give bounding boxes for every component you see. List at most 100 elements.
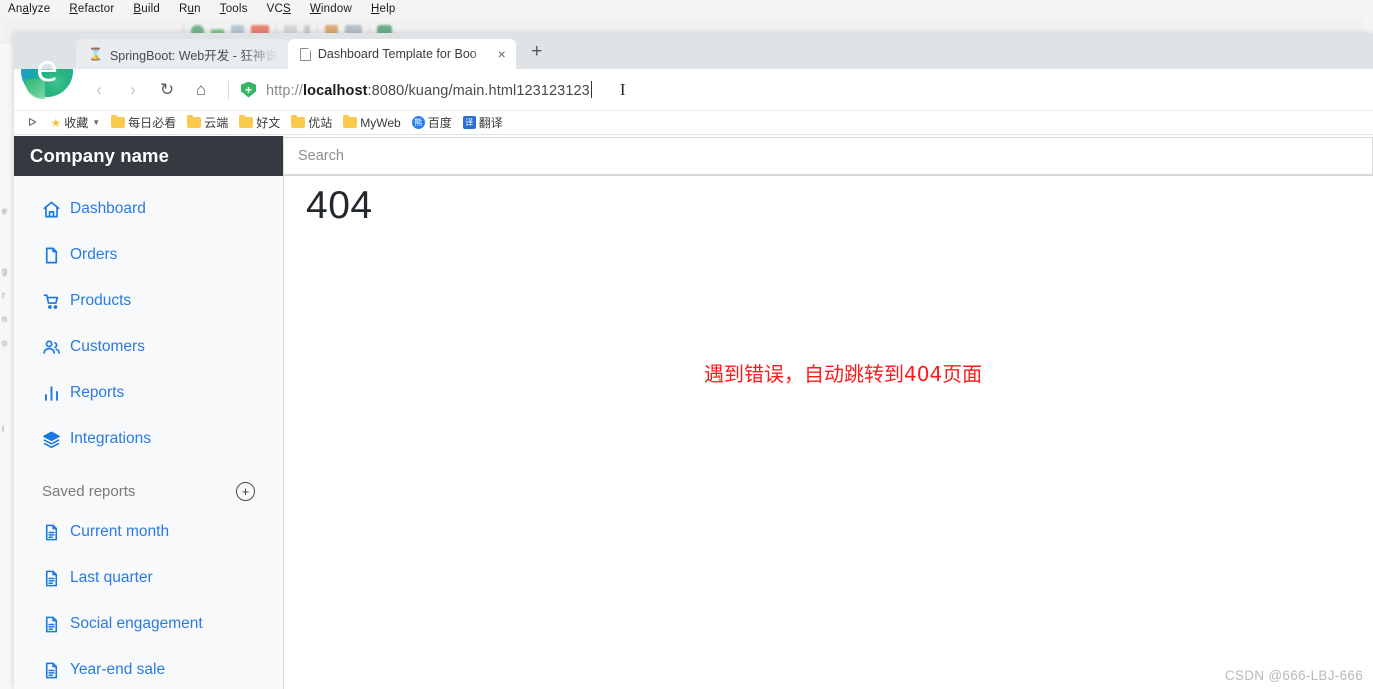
bookmark-folder-goodreads[interactable]: 好文	[236, 113, 283, 132]
folder-icon	[343, 114, 358, 128]
browser-tab-strip: ⌛ SpringBoot: Web开发 - 狂神说 Dashboard Temp…	[14, 33, 1373, 69]
saved-reports-header: Saved reports +	[14, 462, 283, 509]
sidebar-item-label: Year-end sale	[70, 661, 166, 678]
bookmark-label: 百度	[427, 116, 452, 130]
chevron-down-icon: ▼	[92, 118, 101, 127]
browser-window: e ⌛ SpringBoot: Web开发 - 狂神说 Dashboard Te…	[14, 33, 1373, 689]
bookmark-label: 优站	[308, 116, 333, 130]
sidebar-item-label: Products	[70, 292, 132, 309]
sidebar-item-label: Last quarter	[70, 569, 153, 586]
ide-menu-help[interactable]: Help	[371, 3, 395, 15]
nav-divider	[228, 80, 229, 99]
bookmark-folder-cloud[interactable]: 云端	[184, 113, 231, 132]
ide-menu-tools[interactable]: Tools	[220, 3, 248, 15]
cart-icon	[42, 292, 61, 311]
search-bar	[284, 136, 1373, 176]
baidu-icon: 熊	[411, 116, 425, 129]
saved-reports-title: Saved reports	[42, 483, 136, 500]
document-icon	[42, 615, 61, 634]
page-icon	[299, 47, 312, 61]
translate-icon: 译	[462, 116, 476, 129]
bookmark-label: 云端	[204, 116, 229, 130]
home-icon	[42, 200, 61, 219]
home-button[interactable]: ⌂	[186, 75, 216, 105]
bookmark-label: 每日必看	[128, 116, 177, 130]
bookmark-folder-myweb[interactable]: MyWeb	[340, 114, 403, 131]
document-icon	[42, 569, 61, 588]
bookmarks-expand-icon[interactable]: ᐅ	[28, 116, 36, 129]
ide-menu-refactor[interactable]: Refactor	[69, 3, 114, 15]
bookmark-label: 好文	[256, 116, 281, 130]
bookmark-favorites[interactable]: ★ 收藏 ▼	[47, 113, 103, 132]
sidebar-item-year-end-sale[interactable]: Year-end sale	[14, 647, 283, 689]
bookmark-folder-sites[interactable]: 优站	[288, 113, 335, 132]
sidebar-item-products[interactable]: Products	[14, 278, 283, 324]
sidebar-item-label: Reports	[70, 384, 125, 401]
ide-menu-run[interactable]: Run	[179, 3, 201, 15]
ide-menu-build[interactable]: Build	[133, 3, 160, 15]
sidebar-item-label: Integrations	[70, 430, 151, 447]
folder-icon	[239, 114, 254, 128]
sidebar-item-label: Current month	[70, 523, 170, 540]
sidebar-item-dashboard[interactable]: Dashboard	[14, 186, 283, 232]
add-saved-report-button[interactable]: +	[236, 482, 255, 501]
bookmark-folder-daily[interactable]: 每日必看	[108, 113, 179, 132]
sidebar-item-orders[interactable]: Orders	[14, 232, 283, 278]
sidebar-item-reports[interactable]: Reports	[14, 370, 283, 416]
bookmark-translate[interactable]: 译 翻译	[460, 113, 506, 132]
sidebar-item-label: Dashboard	[70, 200, 146, 217]
sidebar-item-social-engagement[interactable]: Social engagement	[14, 601, 283, 647]
back-button[interactable]: ‹	[84, 75, 114, 105]
forward-button[interactable]: ›	[118, 75, 148, 105]
error-message: 遇到错误，自动跳转到404页面	[704, 362, 983, 386]
folder-icon	[291, 114, 306, 128]
reload-button[interactable]: ↻	[152, 75, 182, 105]
bar-chart-icon	[42, 384, 61, 403]
company-brand: Company name	[14, 136, 283, 176]
browser-nav-bar: ‹ › ↻ ⌂ http://localhost:8080/kuang/main…	[14, 69, 1373, 111]
ide-menu-window[interactable]: Window	[310, 3, 352, 15]
browser-tab-springboot[interactable]: ⌛ SpringBoot: Web开发 - 狂神说	[76, 39, 288, 69]
search-input[interactable]	[284, 136, 1373, 175]
saved-reports-list: Current month Last quarter Social engage…	[14, 509, 283, 689]
sidebar-item-label: Customers	[70, 338, 145, 355]
main-content: 404 遇到错误，自动跳转到404页面 CSDN @666-LBJ-666	[284, 136, 1373, 689]
sidebar-item-integrations[interactable]: Integrations	[14, 416, 283, 462]
star-icon: ★	[50, 115, 62, 130]
bookmark-label: 收藏	[64, 116, 89, 130]
tab-label: Dashboard Template for Boo	[317, 47, 477, 61]
folder-icon	[187, 114, 202, 128]
app-sidebar: Company name Dashboard Orders Products C…	[14, 136, 284, 689]
document-icon	[42, 661, 61, 680]
sidebar-item-customers[interactable]: Customers	[14, 324, 283, 370]
text-cursor-icon: I	[619, 79, 626, 99]
sidebar-item-last-quarter[interactable]: Last quarter	[14, 555, 283, 601]
folder-icon	[111, 114, 126, 128]
bookmarks-bar: ᐅ ★ 收藏 ▼ 每日必看 云端 好文 优站 MyWeb 熊 百度 译 翻译	[14, 111, 1373, 135]
web-page: Company name Dashboard Orders Products C…	[14, 136, 1373, 689]
file-icon	[42, 246, 61, 265]
bookmark-label: MyWeb	[360, 115, 401, 130]
address-bar[interactable]: http://localhost:8080/kuang/main.html123…	[266, 75, 1373, 105]
bookmark-label: 翻译	[478, 116, 503, 130]
new-tab-button[interactable]: +	[526, 41, 548, 63]
url-text: http://localhost:8080/kuang/main.html123…	[266, 80, 592, 99]
security-shield-icon	[241, 81, 256, 98]
layers-icon	[42, 430, 61, 449]
status-code: 404	[306, 184, 373, 227]
sidebar-item-label: Social engagement	[70, 615, 203, 632]
sidebar-nav-list: Dashboard Orders Products Customers Repo…	[14, 176, 283, 462]
ide-menu-bar: Analyze Refactor Build Run Tools VCS Window Hel…	[0, 0, 1373, 18]
document-icon	[42, 523, 61, 542]
watermark: CSDN @666-LBJ-666	[1224, 668, 1363, 683]
browser-tab-dashboard[interactable]: Dashboard Template for Boo ×	[287, 39, 516, 69]
ide-menu-analyze[interactable]: Analyze	[8, 3, 50, 15]
sidebar-item-current-month[interactable]: Current month	[14, 509, 283, 555]
users-icon	[42, 338, 61, 357]
spring-leaf-icon: ⌛	[88, 47, 103, 61]
close-icon[interactable]: ×	[498, 47, 506, 61]
bookmark-baidu[interactable]: 熊 百度	[409, 113, 455, 132]
tab-label: SpringBoot: Web开发 - 狂神说	[109, 48, 278, 63]
sidebar-item-label: Orders	[70, 246, 118, 263]
ide-menu-vcs[interactable]: VCS	[267, 3, 291, 15]
